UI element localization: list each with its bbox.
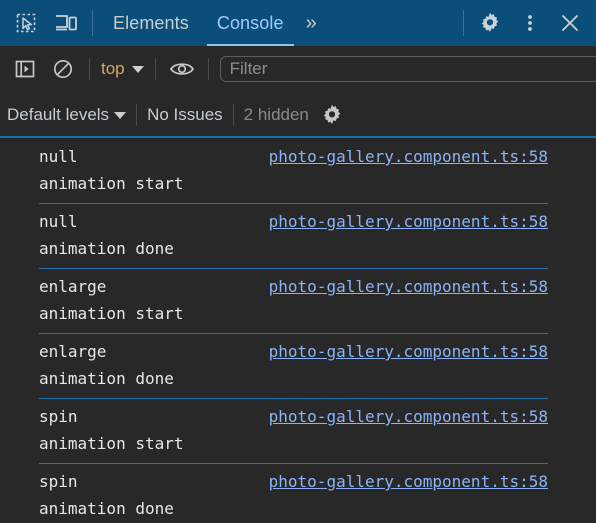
filter-input[interactable] [219, 56, 596, 82]
console-sidebar-toggle-icon[interactable] [6, 58, 44, 80]
source-link[interactable]: photo-gallery.component.ts:58 [269, 143, 548, 170]
hidden-messages-label: 2 hidden [243, 105, 309, 124]
issues-label: No Issues [147, 105, 223, 124]
more-tabs-button[interactable]: » [298, 0, 325, 46]
level-divider-1 [136, 104, 138, 126]
chevron-down-icon [131, 65, 144, 73]
source-link[interactable]: photo-gallery.component.ts:58 [269, 403, 548, 430]
log-levels-label: Default levels [7, 105, 110, 124]
toolbar-divider-2 [154, 58, 156, 80]
header-divider-right [463, 10, 464, 36]
execution-context-label: top [101, 59, 125, 78]
log-value: enlarge [39, 277, 107, 296]
clear-console-icon[interactable] [44, 58, 82, 80]
inspect-element-icon[interactable] [6, 0, 46, 46]
header-spacer [325, 0, 457, 46]
gear-icon[interactable] [470, 0, 510, 46]
hidden-messages-count[interactable]: 2 hidden [244, 105, 309, 125]
log-value: null [39, 212, 78, 231]
close-icon[interactable] [550, 0, 590, 46]
log-entry[interactable]: null photo-gallery.component.ts:58 anima… [0, 138, 596, 203]
console-level-bar: Default levels No Issues 2 hidden [0, 92, 596, 138]
log-message: animation done [39, 369, 174, 388]
devtools-panel: Elements Console » top Filter Default le… [0, 0, 596, 523]
log-value: spin [39, 407, 78, 426]
kebab-menu-icon[interactable] [510, 0, 550, 46]
log-levels-dropdown[interactable]: Default levels [7, 105, 127, 125]
tab-console-label: Console [216, 12, 284, 33]
tab-console[interactable]: Console [203, 0, 298, 46]
log-value: null [39, 147, 78, 166]
device-toolbar-icon[interactable] [46, 0, 86, 46]
toolbar-divider-3 [207, 58, 209, 80]
log-entry-header: null photo-gallery.component.ts:58 [0, 143, 596, 170]
execution-context-selector[interactable]: top [97, 59, 148, 79]
log-entry-header: enlarge photo-gallery.component.ts:58 [0, 338, 596, 365]
header-divider [92, 10, 93, 36]
console-toolbar: top [0, 46, 596, 92]
tab-elements[interactable]: Elements [99, 0, 203, 46]
console-log-list[interactable]: null photo-gallery.component.ts:58 anima… [0, 138, 596, 523]
live-expression-eye-icon[interactable] [163, 59, 201, 79]
log-entry[interactable]: enlarge photo-gallery.component.ts:58 an… [0, 333, 596, 398]
source-link[interactable]: photo-gallery.component.ts:58 [269, 338, 548, 365]
log-message: animation start [39, 434, 184, 453]
toolbar-divider-1 [89, 58, 90, 80]
chevron-down-icon [114, 111, 127, 119]
source-link[interactable]: photo-gallery.component.ts:58 [269, 273, 548, 300]
issues-counter[interactable]: No Issues [147, 105, 223, 125]
log-message: animation start [39, 174, 184, 193]
console-settings-gear-icon[interactable] [315, 103, 349, 127]
log-entry-header: null photo-gallery.component.ts:58 [0, 208, 596, 235]
source-link[interactable]: photo-gallery.component.ts:58 [269, 468, 548, 495]
more-tabs-label: » [305, 11, 317, 34]
log-entry[interactable]: enlarge photo-gallery.component.ts:58 an… [0, 268, 596, 333]
log-entry[interactable]: null photo-gallery.component.ts:58 anima… [0, 203, 596, 268]
log-message: animation done [39, 499, 174, 518]
log-entry-header: spin photo-gallery.component.ts:58 [0, 403, 596, 430]
level-divider-2 [232, 104, 234, 126]
log-value: enlarge [39, 342, 107, 361]
tab-elements-label: Elements [113, 12, 189, 33]
log-entry-header: enlarge photo-gallery.component.ts:58 [0, 273, 596, 300]
log-value: spin [39, 472, 78, 491]
log-message: animation start [39, 304, 184, 323]
log-entry[interactable]: spin photo-gallery.component.ts:58 anima… [0, 398, 596, 463]
log-entry[interactable]: spin photo-gallery.component.ts:58 anima… [0, 463, 596, 523]
log-entry-header: spin photo-gallery.component.ts:58 [0, 468, 596, 495]
devtools-header: Elements Console » [0, 0, 596, 46]
log-message: animation done [39, 239, 174, 258]
source-link[interactable]: photo-gallery.component.ts:58 [269, 208, 548, 235]
